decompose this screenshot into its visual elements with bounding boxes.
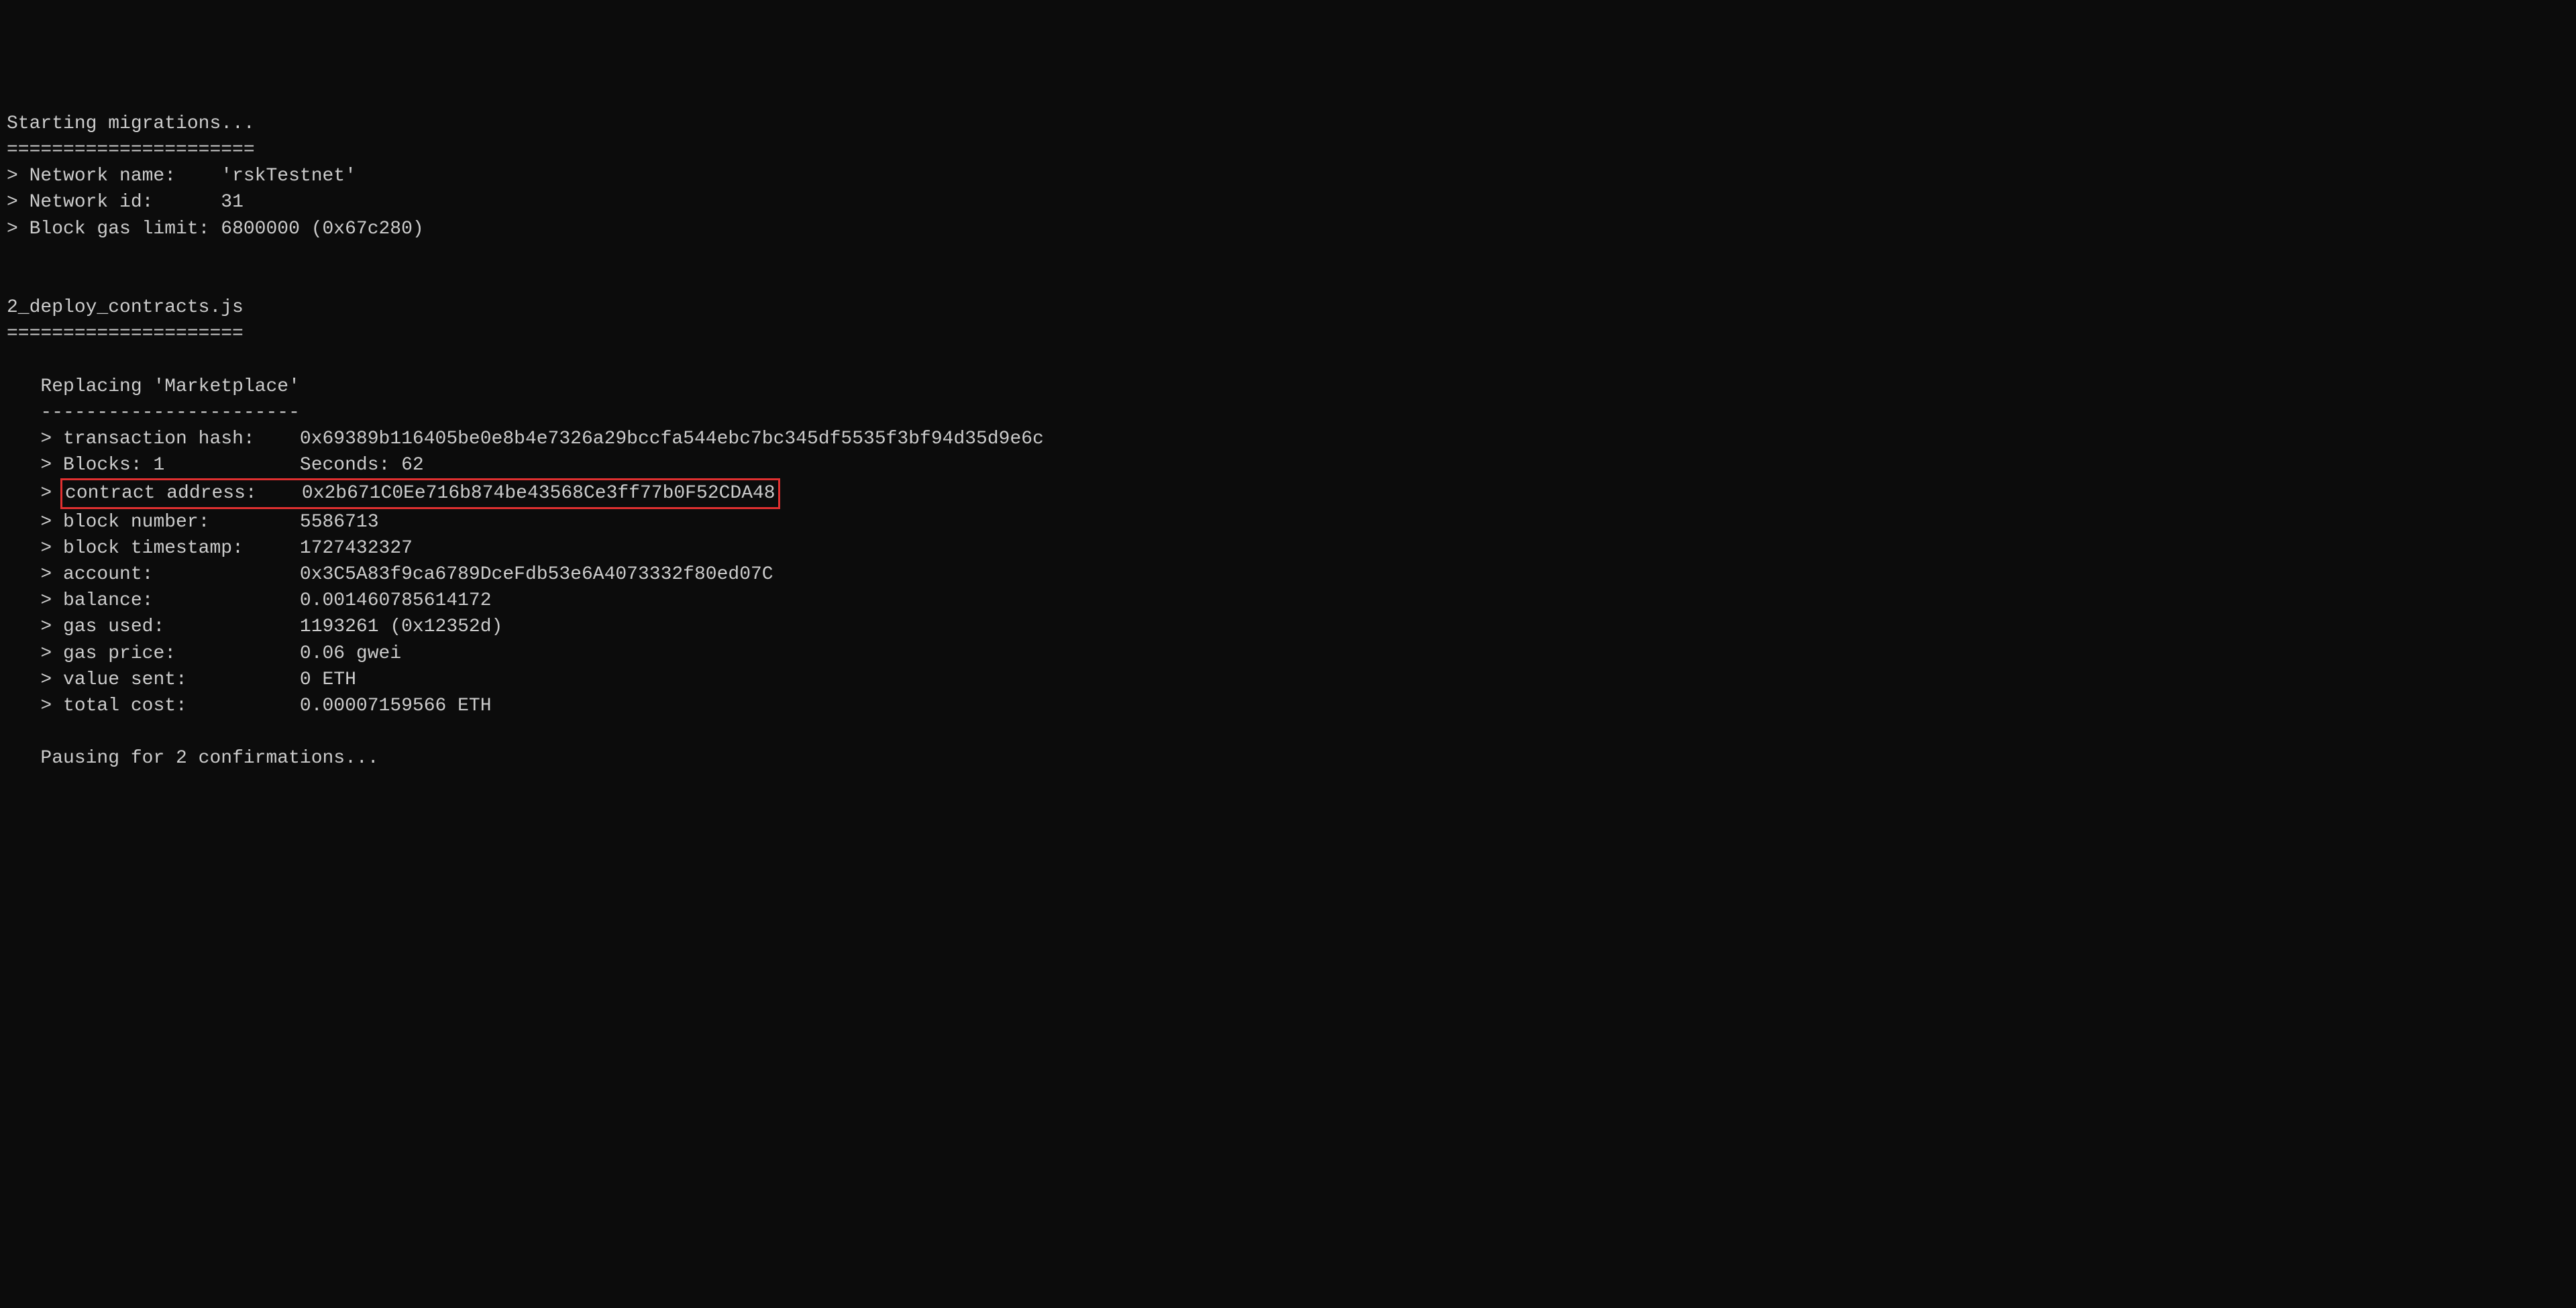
line-blank-4: [7, 719, 2569, 745]
line-account: > account: 0x3C5A83f9ca6789DceFdb53e6A40…: [7, 561, 2569, 588]
network-id-value: 31: [221, 192, 244, 213]
line-gas-price: > gas price: 0.06 gwei: [7, 641, 2569, 667]
gt: >: [40, 483, 63, 504]
contract-address-label: contract address:: [65, 483, 302, 504]
network-name-label: > Network name:: [7, 166, 221, 186]
network-id-label: > Network id:: [7, 192, 221, 213]
indent: [7, 429, 40, 449]
gas-price-label: > gas price:: [40, 643, 299, 664]
terminal-output: Starting migrations...==================…: [7, 111, 2569, 772]
line-separator: ======================: [7, 137, 2569, 163]
indent: [7, 402, 40, 423]
indent: [7, 455, 40, 476]
replacing-text: Replacing 'Marketplace': [40, 376, 299, 397]
contract-address-value: 0x2b671C0Ee716b874be43568Ce3ff77b0F52CDA…: [302, 483, 775, 504]
line-blank-3: [7, 347, 2569, 373]
line-contract-address: > contract address: 0x2b671C0Ee716b874be…: [7, 478, 2569, 508]
line-blank-2: [7, 268, 2569, 294]
block-number-value: 5586713: [300, 512, 379, 533]
block-timestamp-label: > block timestamp:: [40, 538, 299, 559]
line-value-sent: > value sent: 0 ETH: [7, 667, 2569, 693]
line-dashes: -----------------------: [7, 400, 2569, 426]
line-block-gas-limit: > Block gas limit: 6800000 (0x67c280): [7, 216, 2569, 242]
line-pausing: Pausing for 2 confirmations...: [7, 745, 2569, 771]
blocks-label: > Blocks: 1: [40, 455, 299, 476]
block-gas-value: 6800000 (0x67c280): [221, 219, 423, 239]
tx-hash-value: 0x69389b116405be0e8b4e7326a29bccfa544ebc…: [300, 429, 1044, 449]
indent: [7, 512, 40, 533]
line-network-id: > Network id: 31: [7, 189, 2569, 215]
indent: [7, 748, 40, 769]
tx-hash-label: > transaction hash:: [40, 429, 299, 449]
line-migration-separator: =====================: [7, 321, 2569, 347]
indent: [7, 564, 40, 585]
balance-label: > balance:: [40, 590, 299, 611]
account-value: 0x3C5A83f9ca6789DceFdb53e6A4073332f80ed0…: [300, 564, 773, 585]
blocks-value: Seconds: 62: [300, 455, 424, 476]
indent: [7, 616, 40, 637]
line-blocks: > Blocks: 1 Seconds: 62: [7, 452, 2569, 478]
value-sent-value: 0 ETH: [300, 669, 356, 690]
indent: [7, 538, 40, 559]
pausing-text: Pausing for 2 confirmations...: [40, 748, 378, 769]
gas-used-label: > gas used:: [40, 616, 299, 637]
line-tx-hash: > transaction hash: 0x69389b116405be0e8b…: [7, 426, 2569, 452]
line-blank-1: [7, 242, 2569, 268]
indent: [7, 483, 40, 504]
block-gas-label: > Block gas limit:: [7, 219, 221, 239]
gas-used-value: 1193261 (0x12352d): [300, 616, 502, 637]
line-total-cost: > total cost: 0.00007159566 ETH: [7, 693, 2569, 719]
indent: [7, 669, 40, 690]
block-number-label: > block number:: [40, 512, 299, 533]
balance-value: 0.001460785614172: [300, 590, 492, 611]
line-starting-migrations: Starting migrations...: [7, 111, 2569, 137]
line-replacing: Replacing 'Marketplace': [7, 374, 2569, 400]
total-cost-value: 0.00007159566 ETH: [300, 696, 492, 716]
dashes: -----------------------: [40, 402, 299, 423]
line-block-number: > block number: 5586713: [7, 509, 2569, 535]
line-migration-file: 2_deploy_contracts.js: [7, 294, 2569, 321]
block-timestamp-value: 1727432327: [300, 538, 413, 559]
account-label: > account:: [40, 564, 299, 585]
contract-address-highlight: contract address: 0x2b671C0Ee716b874be43…: [60, 478, 780, 508]
gas-price-value: 0.06 gwei: [300, 643, 401, 664]
line-balance: > balance: 0.001460785614172: [7, 588, 2569, 614]
indent: [7, 590, 40, 611]
value-sent-label: > value sent:: [40, 669, 299, 690]
line-network-name: > Network name: 'rskTestnet': [7, 163, 2569, 189]
indent: [7, 696, 40, 716]
network-name-value: 'rskTestnet': [221, 166, 356, 186]
line-gas-used: > gas used: 1193261 (0x12352d): [7, 614, 2569, 640]
line-block-timestamp: > block timestamp: 1727432327: [7, 535, 2569, 561]
total-cost-label: > total cost:: [40, 696, 299, 716]
indent: [7, 376, 40, 397]
indent: [7, 643, 40, 664]
